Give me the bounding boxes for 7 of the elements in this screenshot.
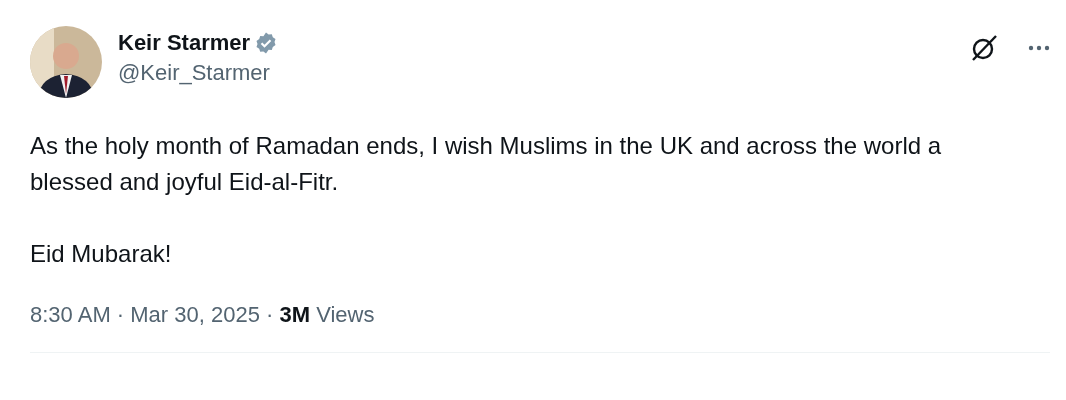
author-handle[interactable]: @Keir_Starmer <box>118 60 954 86</box>
slashed-circle-icon[interactable] <box>970 34 998 62</box>
post-text: As the holy month of Ramadan ends, I wish Muslims in the UK and across the world a blessed and joyful Eid-al-Fitr. <box>30 131 943 197</box>
post-text: Eid Mubarak! <box>30 239 173 269</box>
author-name[interactable]: Keir Starmer <box>118 30 251 56</box>
more-icon[interactable] <box>1028 45 1050 51</box>
post-meta: 8:30 AM · Mar 30, 2025 · 3M Views <box>30 302 376 328</box>
